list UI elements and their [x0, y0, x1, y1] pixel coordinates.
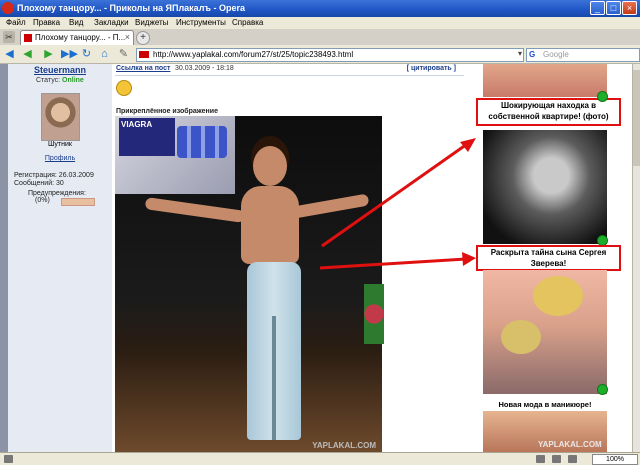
view-icon[interactable]	[568, 455, 577, 463]
menu-help[interactable]: Справка	[232, 18, 263, 27]
menu-widgets[interactable]: Виджеты	[135, 18, 168, 27]
red-arrow-head	[460, 138, 476, 152]
annotation-arrows	[319, 138, 476, 270]
red-arrow-line	[319, 257, 467, 270]
tab-label: Плохому танцору... - П...	[35, 33, 126, 42]
tab-close-icon[interactable]: ×	[125, 32, 130, 42]
menu-tools[interactable]: Инструменты	[176, 18, 226, 27]
url-text: http://www.yaplakal.com/forum27/st/25/to…	[153, 50, 354, 59]
scrollbar-thumb[interactable]	[633, 70, 640, 166]
new-tab-button[interactable]: +	[136, 31, 150, 45]
reload-icon[interactable]: ↻	[80, 48, 93, 60]
menu-view[interactable]: Вид	[69, 18, 83, 27]
red-arrow-head	[462, 252, 476, 266]
red-arrow-line	[321, 140, 471, 248]
maximize-button[interactable]: □	[606, 1, 621, 15]
tab-bar: ✂ Плохому танцору... - П... × +	[0, 29, 640, 45]
menu-edit[interactable]: Правка	[33, 18, 60, 27]
forward-icon[interactable]: ▶	[42, 48, 55, 60]
forward-icon[interactable]: ◀	[21, 48, 34, 60]
tools-icon[interactable]: ✂	[3, 31, 15, 43]
zoom-selector[interactable]: 100%	[592, 454, 638, 465]
sound-icon[interactable]	[552, 455, 561, 463]
minimize-button[interactable]: _	[590, 1, 605, 15]
navigation-bar: ◀ ◀ ▶ ▶▶ ↻ ⌂ ✎ http://www.yaplakal.com/f…	[0, 45, 640, 64]
page-viewport: Steuermann Статус: Online Шутник Профиль…	[0, 64, 632, 452]
vertical-scrollbar[interactable]	[632, 64, 640, 452]
site-favicon-icon	[139, 51, 149, 58]
menu-bookmarks[interactable]: Закладки	[94, 18, 129, 27]
fast-forward-icon[interactable]: ▶▶	[61, 48, 78, 60]
back-icon[interactable]: ◀	[3, 48, 16, 60]
close-button[interactable]: ×	[622, 1, 637, 15]
menu-file[interactable]: Файл	[6, 18, 26, 27]
tab-active[interactable]: Плохому танцору... - П... ×	[20, 30, 134, 45]
address-field[interactable]: http://www.yaplakal.com/forum27/st/25/to…	[136, 48, 640, 62]
panel-toggle-icon[interactable]	[4, 455, 13, 463]
trash-icon[interactable]	[536, 455, 545, 463]
edit-icon[interactable]: ✎	[117, 48, 130, 60]
title-bar: Плохому танцору... - Приколы на ЯПлакалъ…	[0, 0, 640, 17]
opera-icon[interactable]	[2, 2, 14, 14]
home-icon[interactable]: ⌂	[98, 48, 111, 60]
site-favicon-icon	[24, 34, 32, 42]
window-title: Плохому танцору... - Приколы на ЯПлакалъ…	[17, 3, 245, 13]
search-field[interactable]: G Google	[526, 48, 640, 62]
status-bar: 100%	[0, 452, 640, 465]
search-placeholder: Google	[543, 50, 569, 59]
google-icon: G	[529, 50, 536, 59]
dropdown-arrow-icon[interactable]: ▾	[518, 49, 522, 58]
